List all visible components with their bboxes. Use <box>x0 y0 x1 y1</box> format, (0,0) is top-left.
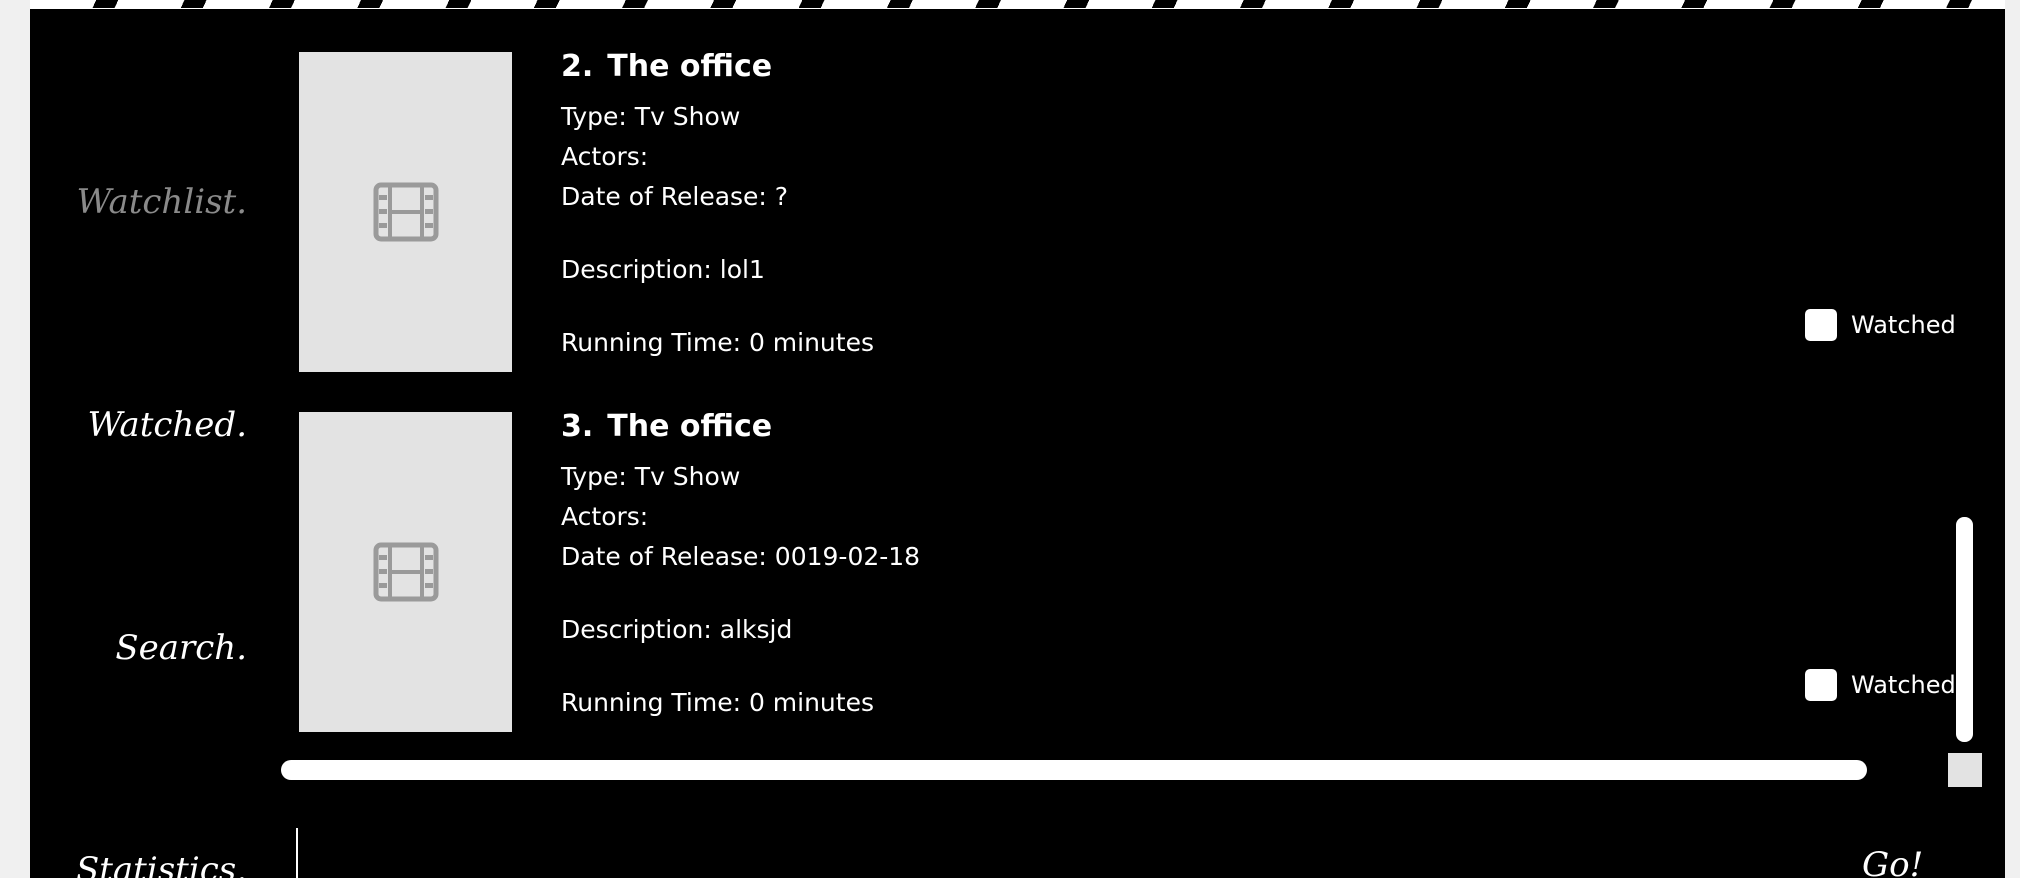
media-running-time: Running Time: 0 minutes <box>561 688 874 717</box>
watched-label: Watched <box>1851 311 1956 339</box>
media-type: Type: Tv Show <box>561 462 741 491</box>
watched-checkbox[interactable]: Watched <box>1805 669 1956 701</box>
horizontal-scrollbar-thumb[interactable] <box>281 760 1867 780</box>
media-description: Description: alksjd <box>561 615 793 644</box>
nav-watchlist[interactable]: Watchlist. <box>76 182 247 222</box>
title-text: The office <box>607 409 773 444</box>
vertical-scrollbar-thumb[interactable] <box>1956 517 1973 742</box>
film-icon <box>373 182 438 242</box>
media-description: Description: lol1 <box>561 255 765 284</box>
media-running-time: Running Time: 0 minutes <box>561 328 874 357</box>
nav-search[interactable]: Search. <box>115 628 247 668</box>
media-actors: Actors: <box>561 142 649 171</box>
media-release-date: Date of Release: 0019-02-18 <box>561 542 921 571</box>
item-number: 3. <box>561 409 594 444</box>
media-actors: Actors: <box>561 502 649 531</box>
media-details: 3. The office Type: Tv Show Actors: Date … <box>561 405 920 723</box>
watched-label: Watched <box>1851 671 1956 699</box>
checkbox-square[interactable] <box>1805 309 1837 341</box>
checkbox-square[interactable] <box>1805 669 1837 701</box>
media-thumbnail <box>299 412 512 732</box>
film-icon <box>373 542 438 602</box>
media-type: Type: Tv Show <box>561 102 741 131</box>
item-number: 2. <box>561 49 594 84</box>
nav-watched[interactable]: Watched. <box>87 405 247 445</box>
go-button[interactable]: Go! <box>1862 845 1923 878</box>
media-release-date: Date of Release: ? <box>561 182 789 211</box>
media-thumbnail <box>299 52 512 372</box>
media-title: 3. The office <box>561 405 920 449</box>
media-details: 2. The office Type: Tv Show Actors: Date … <box>561 45 874 363</box>
clapperboard-stripe <box>30 0 2005 9</box>
search-input[interactable] <box>296 828 1848 878</box>
media-title: 2. The office <box>561 45 874 89</box>
title-text: The office <box>607 49 773 84</box>
scrollbar-corner <box>1948 753 1982 787</box>
watched-checkbox[interactable]: Watched <box>1805 309 1956 341</box>
app-window: Watchlist. Watched. Search. Statistics. … <box>30 0 2005 878</box>
nav-statistics[interactable]: Statistics. <box>76 850 247 878</box>
